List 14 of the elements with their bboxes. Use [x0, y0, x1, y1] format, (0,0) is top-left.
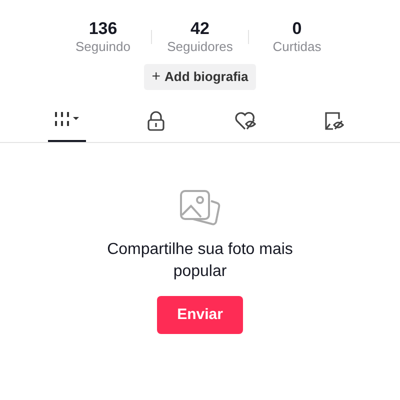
empty-state-message: Compartilhe sua foto mais popular: [106, 240, 294, 282]
stat-label: Seguindo: [76, 39, 130, 55]
hidden-bookmark-icon: [324, 111, 344, 131]
stat-value: 136: [88, 19, 118, 39]
stat-label: Curtidas: [272, 39, 322, 55]
stat-label: Seguidores: [167, 39, 233, 55]
grid-icon: [54, 111, 80, 127]
profile-tab[interactable]: [48, 110, 86, 142]
lock-icon: [146, 111, 164, 131]
stat-value: 0: [292, 19, 302, 39]
stat-value: 42: [190, 19, 210, 39]
add-bio-button[interactable]: + Add biografia: [144, 64, 256, 90]
send-button[interactable]: Enviar: [157, 296, 243, 334]
hidden-heart-icon: [234, 111, 256, 131]
